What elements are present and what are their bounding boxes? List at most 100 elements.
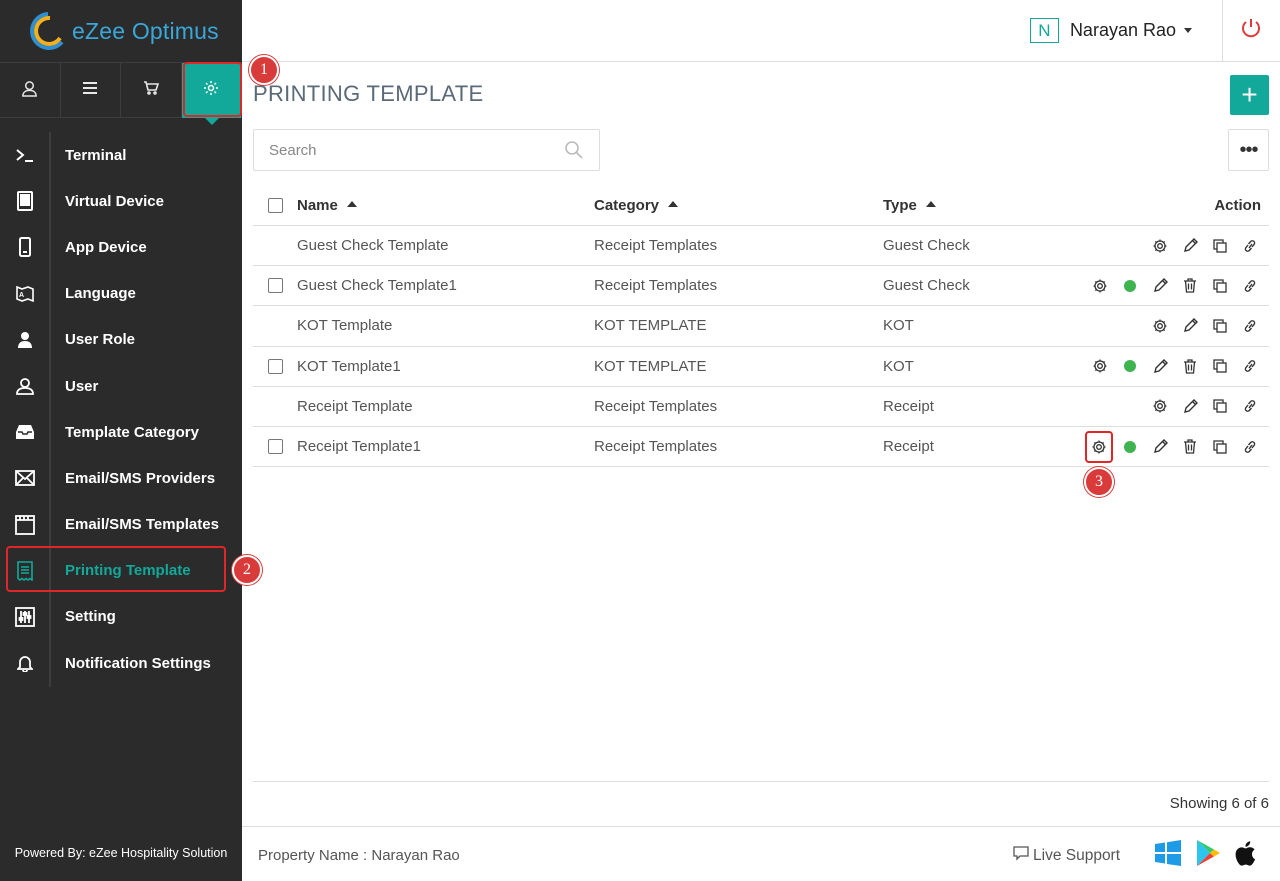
settings-icon[interactable] (1145, 235, 1175, 257)
link-icon[interactable] (1235, 436, 1265, 458)
sort-asc-icon (668, 201, 679, 208)
property-name: Property Name : Narayan Rao (258, 847, 460, 864)
user-menu[interactable]: N Narayan Rao (1029, 18, 1192, 43)
live-support-link[interactable]: Live Support (1013, 845, 1120, 866)
logo[interactable]: eZee Optimus (0, 0, 242, 62)
highlight-printing-template (6, 546, 226, 592)
select-all-checkbox[interactable] (267, 198, 283, 213)
cell-category: Receipt Templates (594, 277, 718, 295)
sliders-icon (0, 607, 49, 627)
highlight-settings-nav (183, 62, 242, 117)
table-header: Name Category Type Action (253, 186, 1269, 226)
language-icon: A (0, 284, 49, 304)
link-icon[interactable] (1235, 395, 1265, 417)
sidebar-item-email-sms-providers[interactable]: Email/SMS Providers (0, 455, 242, 501)
delete-icon[interactable] (1175, 275, 1205, 297)
row-checkbox[interactable] (267, 358, 283, 374)
active-status-indicator[interactable] (1115, 355, 1145, 377)
delete-icon[interactable] (1175, 355, 1205, 377)
sidebar-item-notification-settings[interactable]: Notification Settings (0, 640, 242, 686)
active-status-indicator[interactable] (1115, 275, 1145, 297)
cell-name: Receipt Template (297, 397, 413, 415)
sidebar-item-user-role[interactable]: User Role (0, 317, 242, 363)
edit-icon[interactable] (1175, 315, 1205, 337)
template-icon (0, 514, 49, 535)
app-store-links (1155, 839, 1257, 872)
page-title: PRINTING TEMPLATE (253, 81, 484, 106)
cell-type: Guest Check (883, 277, 970, 295)
cell-category: Receipt Templates (594, 237, 718, 255)
cell-name: Receipt Template1 (297, 438, 421, 456)
logout-button[interactable] (1240, 17, 1262, 39)
settings-icon[interactable] (1085, 275, 1115, 297)
cell-actions (1083, 395, 1269, 417)
sidebar-item-label: Email/SMS Templates (65, 516, 219, 534)
column-name[interactable]: Name (297, 197, 594, 214)
cell-name: KOT Template1 (297, 357, 401, 375)
sidebar-item-user[interactable]: User (0, 363, 242, 409)
svg-text:A: A (19, 292, 24, 299)
settings-icon[interactable] (1145, 395, 1175, 417)
footer: Property Name : Narayan Rao Live Support (242, 826, 1280, 881)
envelope-icon (0, 470, 49, 487)
edit-icon[interactable] (1145, 355, 1175, 377)
sidebar: eZee Optimus Terminal Virtual Device App… (0, 0, 242, 881)
search-input[interactable] (254, 130, 544, 170)
copy-icon[interactable] (1205, 275, 1235, 297)
copy-icon[interactable] (1205, 235, 1235, 257)
row-checkbox[interactable] (267, 439, 283, 455)
cell-actions (1083, 355, 1269, 377)
column-type[interactable]: Type (883, 197, 1083, 214)
cell-name: Guest Check Template (297, 237, 449, 255)
active-status-indicator[interactable] (1115, 436, 1145, 458)
settings-icon[interactable] (1085, 355, 1115, 377)
search-box (253, 129, 600, 171)
google-play-icon[interactable] (1195, 839, 1221, 872)
edit-icon[interactable] (1175, 395, 1205, 417)
more-options-button[interactable]: ••• (1228, 129, 1269, 171)
edit-icon[interactable] (1145, 436, 1175, 458)
callout-1: 1 (249, 55, 279, 85)
edit-icon[interactable] (1145, 275, 1175, 297)
settings-icon[interactable] (1145, 315, 1175, 337)
user-icon (0, 377, 49, 395)
windows-store-icon[interactable] (1155, 840, 1181, 871)
copy-icon[interactable] (1205, 436, 1235, 458)
brand-name: eZee Optimus (72, 17, 219, 44)
sidebar-item-app-device[interactable]: App Device (0, 224, 242, 270)
sidebar-item-language[interactable]: A Language (0, 271, 242, 317)
apple-store-icon[interactable] (1235, 840, 1257, 871)
settings-icon[interactable] (1085, 430, 1113, 463)
sidebar-item-virtual-device[interactable]: Virtual Device (0, 178, 242, 224)
sidebar-item-label: Template Category (65, 423, 199, 441)
row-checkbox[interactable] (267, 278, 283, 294)
header-divider (1222, 0, 1223, 62)
search-icon[interactable] (564, 140, 583, 164)
link-icon[interactable] (1235, 275, 1265, 297)
table-row: Receipt Template1 Receipt Templates Receip… (253, 427, 1269, 468)
delete-icon[interactable] (1175, 436, 1205, 458)
copy-icon[interactable] (1205, 315, 1235, 337)
link-icon[interactable] (1235, 315, 1265, 337)
sidebar-item-email-sms-templates[interactable]: Email/SMS Templates (0, 502, 242, 548)
edit-icon[interactable] (1175, 235, 1205, 257)
nav-user-button[interactable] (0, 63, 61, 118)
sidebar-item-label: Terminal (65, 146, 127, 164)
add-template-button[interactable]: + (1230, 75, 1269, 115)
nav-cart-button[interactable] (121, 63, 182, 118)
terminal-icon (0, 147, 49, 163)
showing-count: Showing 6 of 6 (1169, 795, 1269, 812)
column-category[interactable]: Category (594, 197, 883, 214)
sidebar-item-terminal[interactable]: Terminal (0, 132, 242, 178)
nav-menu-button[interactable] (61, 63, 121, 118)
cell-category: Receipt Templates (594, 397, 718, 415)
table-row: KOT Template1 KOT TEMPLATE KOT (253, 347, 1269, 387)
cart-nav-icon (143, 81, 159, 100)
table-row: KOT Template KOT TEMPLATE KOT (253, 306, 1269, 347)
copy-icon[interactable] (1205, 355, 1235, 377)
sidebar-item-template-category[interactable]: Template Category (0, 409, 242, 455)
copy-icon[interactable] (1205, 395, 1235, 417)
sidebar-item-setting[interactable]: Setting (0, 594, 242, 640)
link-icon[interactable] (1235, 355, 1265, 377)
link-icon[interactable] (1235, 235, 1265, 257)
